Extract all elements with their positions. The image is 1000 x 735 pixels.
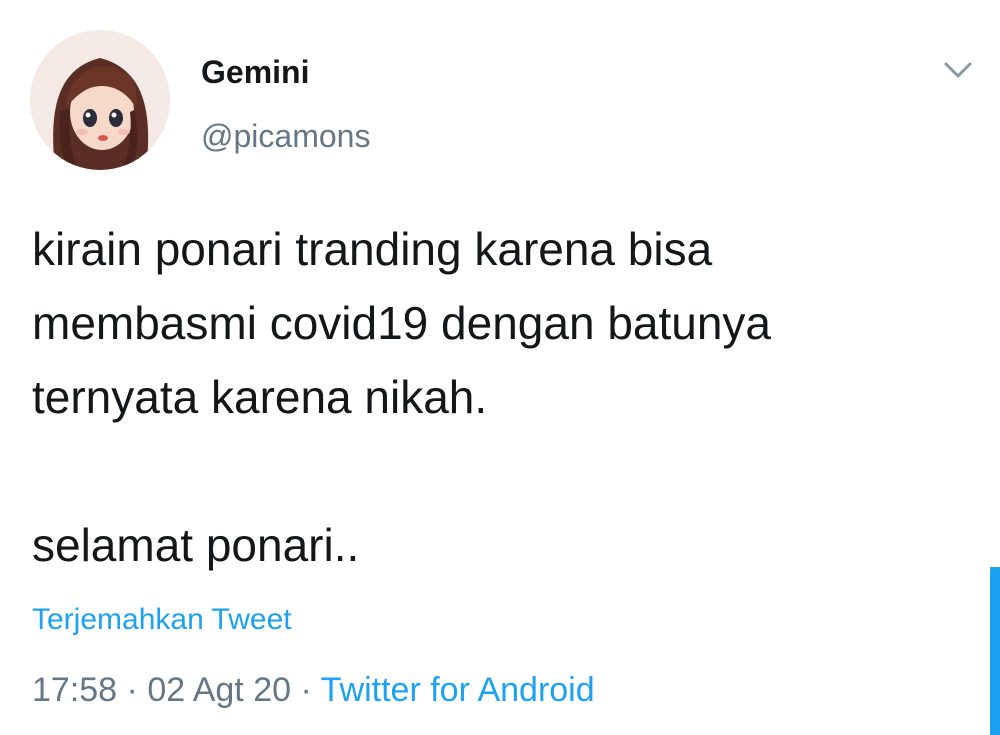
tweet-options-button[interactable] — [938, 52, 978, 88]
tweet-source-link[interactable]: Twitter for Android — [321, 671, 595, 709]
tweet-text-line: kirain ponari tranding karena bisa — [32, 223, 713, 275]
tweet-time[interactable]: 17:58 — [32, 671, 117, 709]
tweet-text-line: selamat ponari.. — [32, 519, 360, 571]
chevron-down-icon — [944, 62, 972, 78]
meta-separator: · — [300, 671, 312, 709]
meta-separator: · — [126, 671, 138, 709]
tweet-date[interactable]: 02 Agt 20 — [147, 671, 291, 709]
tweet-text-line: membasmi covid19 dengan batunya — [32, 297, 772, 349]
author-handle[interactable]: @picamons — [201, 114, 370, 158]
author-display-name[interactable]: Gemini — [201, 50, 309, 94]
tweet-text: kirain ponari tranding karena bisa memba… — [32, 212, 972, 582]
avatar-image — [30, 30, 170, 170]
tweet-text-line: ternyata karena nikah. — [32, 371, 488, 423]
paragraph-break — [32, 434, 972, 508]
translate-tweet-link[interactable]: Terjemahkan Tweet — [32, 600, 292, 640]
tweet-card: Gemini @picamons kirain ponari tranding … — [0, 0, 1000, 735]
scrollbar[interactable] — [990, 567, 1000, 735]
avatar[interactable] — [30, 30, 170, 170]
tweet-meta: 17:58 · 02 Agt 20 · Twitter for Android — [32, 668, 595, 712]
